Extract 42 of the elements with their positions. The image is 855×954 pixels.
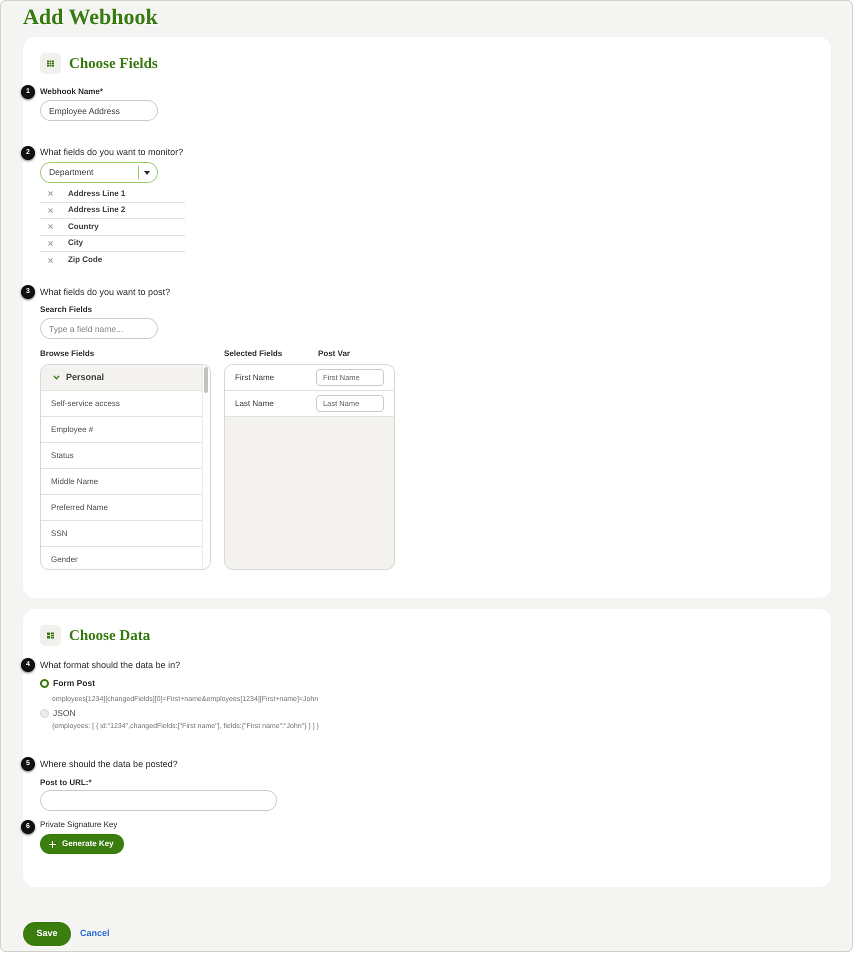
- field-label: Post to URL:*: [40, 778, 92, 788]
- cancel-link[interactable]: Cancel: [80, 927, 110, 941]
- plus-icon: [49, 840, 56, 848]
- save-button[interactable]: Save: [23, 922, 71, 946]
- close-icon[interactable]: [48, 258, 53, 263]
- monitored-field: Country: [68, 220, 99, 233]
- close-icon[interactable]: [48, 208, 53, 213]
- option-label[interactable]: Form Post: [53, 676, 96, 690]
- monitored-field: Address Line 1: [68, 188, 126, 200]
- question-text: What format should the data be in?: [40, 660, 180, 670]
- column-label: Browse Fields: [40, 349, 96, 359]
- close-icon[interactable]: [48, 224, 53, 230]
- dropdown[interactable]: Department: [40, 162, 158, 183]
- option-label[interactable]: JSON: [53, 706, 76, 720]
- column-label: Post Var: [318, 349, 350, 359]
- column-label: Selected Fields: [224, 349, 284, 359]
- radio-button[interactable]: [40, 678, 49, 688]
- question-text: What fields do you want to post?: [40, 286, 170, 298]
- field-label: Search Fields: [40, 305, 92, 315]
- question-text: What fields do you want to monitor?: [40, 147, 184, 158]
- close-icon[interactable]: [48, 240, 53, 246]
- section-heading: Choose Data: [69, 626, 150, 644]
- group-header[interactable]: Personal: [41, 365, 202, 391]
- text-field[interactable]: Employee Address: [40, 100, 158, 121]
- url-field[interactable]: [40, 790, 277, 811]
- section-heading: Choose Fields: [69, 54, 158, 72]
- field-label: Webhook Name*: [40, 87, 103, 97]
- question-text: Where should the data be posted?: [40, 758, 178, 770]
- table-icon: [40, 53, 61, 74]
- page-title: Add Webhook: [23, 4, 158, 30]
- monitored-field: Address Line 2: [68, 204, 126, 216]
- monitored-field: City: [68, 237, 84, 250]
- scrollbar-thumb[interactable]: [204, 367, 208, 393]
- grid-icon: [40, 625, 61, 646]
- selected-field: Last Name: [235, 398, 316, 410]
- generate-key-button[interactable]: Generate Key: [40, 834, 124, 854]
- search-field[interactable]: Type a field name...: [40, 318, 158, 339]
- caret-icon: [144, 170, 150, 174]
- selected-field: First Name: [235, 372, 316, 384]
- field-label: Private Signature Key: [40, 820, 118, 830]
- monitored-field: Zip Code: [68, 254, 102, 266]
- close-icon[interactable]: [48, 191, 53, 196]
